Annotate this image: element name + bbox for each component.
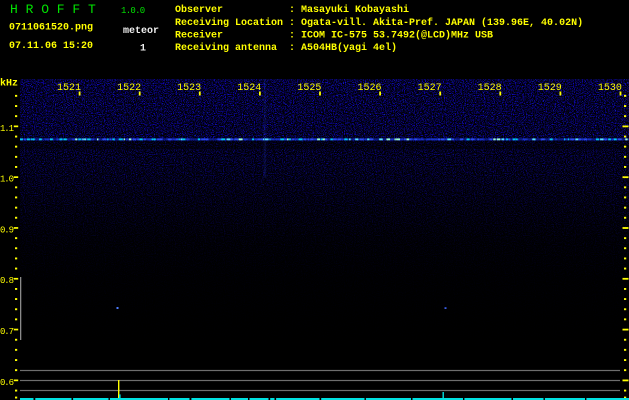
svg-text:1530: 1530: [598, 83, 622, 94]
svg-text:1526: 1526: [357, 83, 381, 94]
svg-text:Observer : Masayuki: Observer : Masayuki Kobayashi: [175, 4, 409, 16]
svg-text:1523: 1523: [177, 83, 201, 94]
svg-text:1.0: 1.0: [0, 175, 14, 185]
svg-text:Receiving Location : Ogata-vil: Receiving Location : Ogata-vill. Akita-P…: [175, 17, 583, 29]
svg-text:1529: 1529: [538, 83, 562, 94]
svg-text:1527: 1527: [418, 83, 442, 94]
svg-text:1525: 1525: [297, 83, 321, 94]
svg-text:1: 1: [140, 44, 146, 55]
svg-text:0.7: 0.7: [0, 327, 14, 337]
svg-text:meteor: meteor: [123, 26, 159, 37]
svg-text:1522: 1522: [117, 83, 141, 94]
svg-text:1524: 1524: [237, 83, 261, 94]
svg-text:H R O F F T: H R O F F T: [10, 2, 96, 17]
svg-text:Receiver : ICOM IC-5: Receiver : ICOM IC-575 53.7492(@LCD)MHz …: [175, 29, 493, 41]
svg-text:1.1: 1.1: [0, 124, 14, 134]
svg-text:kHz: kHz: [0, 78, 18, 90]
svg-text:0.9: 0.9: [0, 225, 14, 235]
svg-text:1528: 1528: [478, 83, 502, 94]
svg-text:0711061520.png: 0711061520.png: [9, 23, 93, 34]
svg-text:0.8: 0.8: [0, 276, 14, 286]
svg-text:1521: 1521: [57, 83, 81, 94]
svg-text:1.0.0: 1.0.0: [121, 6, 145, 16]
svg-text:Receiving antenna : A504HB(ya: Receiving antenna : A504HB(yagi 4el): [175, 42, 397, 54]
svg-text:07.11.06 15:20: 07.11.06 15:20: [9, 41, 93, 52]
svg-text:0.6: 0.6: [0, 378, 14, 388]
